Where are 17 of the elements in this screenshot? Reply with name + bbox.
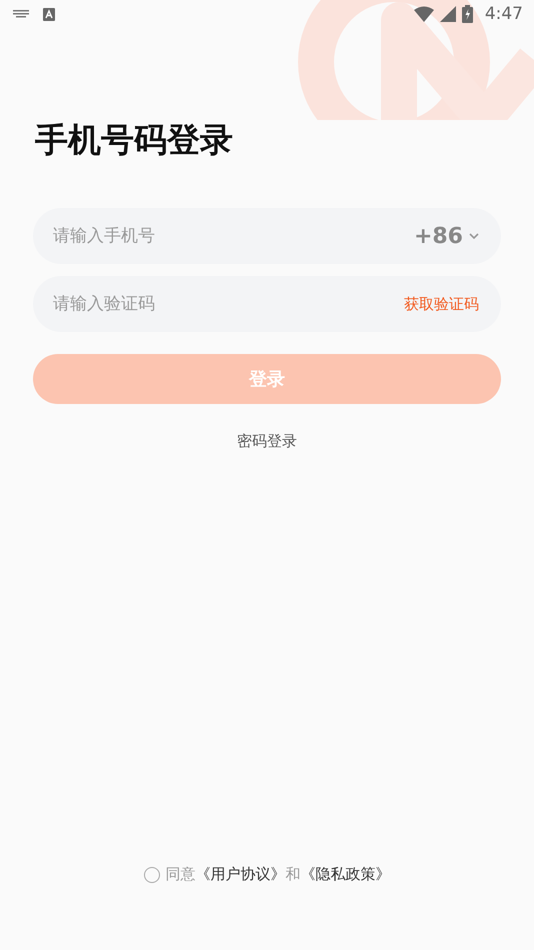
keyboard-icon — [13, 10, 29, 18]
agreement-link[interactable]: 《用户协议》 — [196, 865, 286, 883]
password-login-link[interactable]: 密码登录 — [237, 432, 297, 451]
text-input-icon — [43, 8, 55, 20]
get-code-link[interactable]: 获取验证码 — [404, 294, 479, 314]
country-code-selector[interactable]: +86 — [414, 224, 479, 248]
status-time: 4:47 — [484, 4, 523, 24]
battery-icon — [462, 5, 473, 23]
signal-icon — [440, 6, 456, 22]
chevron-down-icon — [469, 233, 479, 239]
agree-checkbox[interactable] — [144, 866, 160, 882]
agreement-text: 同意《用户协议》和《隐私政策》 — [166, 865, 390, 884]
phone-input-field[interactable]: 请输入手机号 +86 — [33, 208, 501, 264]
wifi-icon — [414, 6, 434, 22]
page-title: 手机号码登录 — [35, 120, 234, 160]
agreement-link[interactable]: 《隐私政策》 — [300, 865, 390, 883]
code-input-field[interactable]: 请输入验证码 获取验证码 — [33, 276, 501, 332]
